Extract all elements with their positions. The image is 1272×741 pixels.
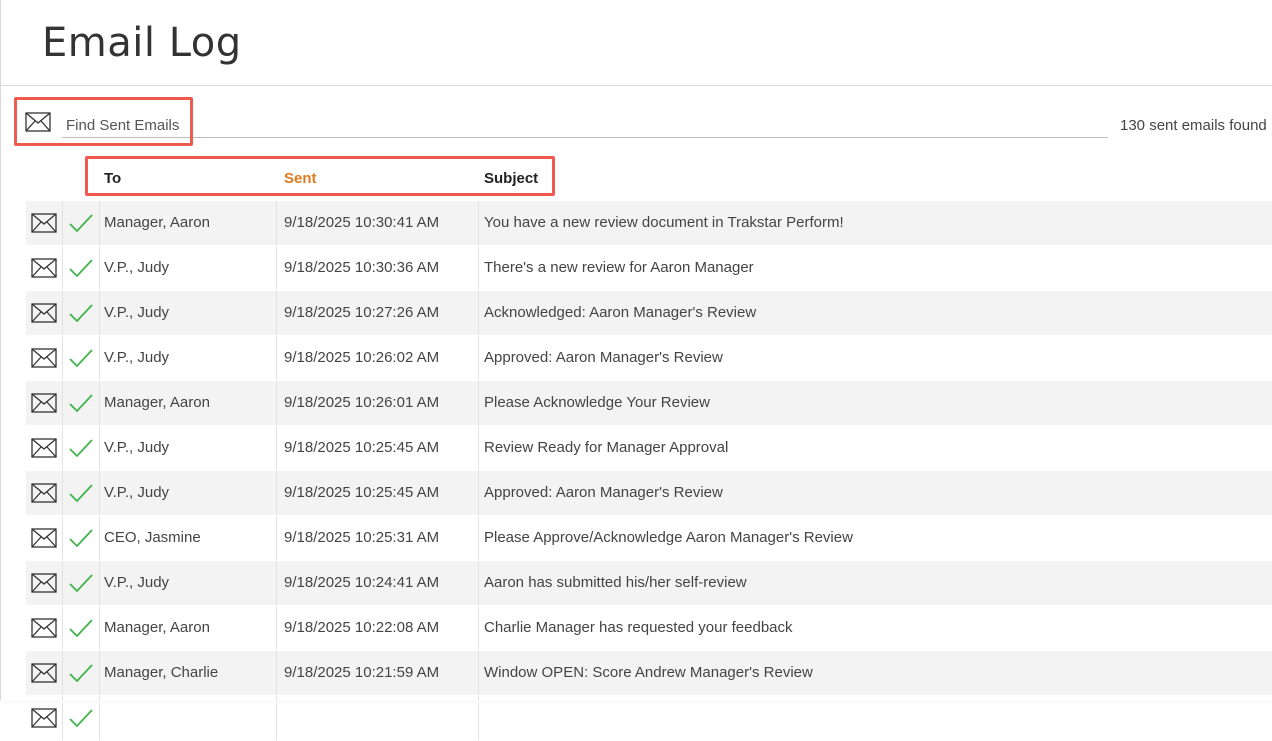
- table-row[interactable]: V.P., Judy 9/18/2025 10:27:26 AM Acknowl…: [26, 291, 1272, 336]
- envelope-icon[interactable]: [26, 651, 63, 695]
- search-input[interactable]: [62, 113, 1108, 138]
- checkmark-icon: [63, 246, 100, 290]
- sent-date-cell: 9/18/2025 10:27:26 AM: [284, 291, 479, 335]
- table-row[interactable]: Manager, Aaron 9/18/2025 10:30:41 AM You…: [26, 201, 1272, 246]
- sent-date-cell: 9/18/2025 10:30:36 AM: [284, 246, 479, 290]
- sent-date-cell: 9/18/2025 10:25:45 AM: [284, 471, 479, 515]
- table-row[interactable]: V.P., Judy 9/18/2025 10:30:36 AM There's…: [26, 246, 1272, 291]
- envelope-icon[interactable]: [26, 201, 63, 245]
- subject-cell: Charlie Manager has requested your feedb…: [484, 619, 793, 636]
- checkmark-icon: [63, 606, 100, 650]
- envelope-icon[interactable]: [26, 246, 63, 290]
- checkmark-icon: [63, 291, 100, 335]
- table-row[interactable]: Manager, Aaron 9/18/2025 10:22:08 AM Cha…: [26, 606, 1272, 651]
- search-highlight-annotation: [14, 97, 193, 146]
- recipient-cell: Manager, Aaron: [104, 381, 277, 425]
- subject-cell: Acknowledged: Aaron Manager's Review: [484, 304, 757, 321]
- table-row[interactable]: V.P., Judy 9/18/2025 10:25:45 AM Approve…: [26, 471, 1272, 516]
- subject-cell: Approved: Aaron Manager's Review: [484, 484, 723, 501]
- recipient-cell: Manager, Aaron: [104, 606, 277, 650]
- table-row[interactable]: CEO, Jasmine 9/18/2025 10:25:31 AM Pleas…: [26, 516, 1272, 561]
- recipient-cell: Manager, Aaron: [104, 201, 277, 245]
- title-divider: [1, 85, 1272, 86]
- table-row[interactable]: Manager, Aaron 9/18/2025 10:26:01 AM Ple…: [26, 381, 1272, 426]
- checkmark-icon: [63, 561, 100, 605]
- envelope-icon[interactable]: [26, 561, 63, 605]
- sent-date-cell: 9/18/2025 10:21:59 AM: [284, 651, 479, 695]
- recipient-cell: V.P., Judy: [104, 246, 277, 290]
- sent-date-cell: 9/18/2025 10:25:45 AM: [284, 426, 479, 470]
- sent-date-cell: 9/18/2025 10:25:31 AM: [284, 516, 479, 560]
- subject-cell: Please Acknowledge Your Review: [484, 394, 710, 411]
- checkmark-icon: [63, 471, 100, 515]
- header-highlight-annotation: [85, 156, 555, 196]
- checkmark-icon: [63, 201, 100, 245]
- recipient-cell: V.P., Judy: [104, 561, 277, 605]
- result-count: 130 sent emails found: [1120, 117, 1267, 134]
- sent-date-cell: 9/18/2025 10:22:08 AM: [284, 606, 479, 650]
- subject-cell: Aaron has submitted his/her self-review: [484, 574, 747, 591]
- sent-date-cell: 9/18/2025 10:26:01 AM: [284, 381, 479, 425]
- envelope-icon[interactable]: [26, 426, 63, 470]
- search-bar: 130 sent emails found: [22, 103, 1272, 143]
- checkmark-icon: [63, 516, 100, 560]
- envelope-icon[interactable]: [26, 606, 63, 650]
- recipient-cell: V.P., Judy: [104, 426, 277, 470]
- envelope-icon[interactable]: [26, 381, 63, 425]
- envelope-icon[interactable]: [26, 291, 63, 335]
- subject-cell: Window OPEN: Score Andrew Manager's Revi…: [484, 664, 813, 681]
- table-row[interactable]: V.P., Judy 9/18/2025 10:26:02 AM Approve…: [26, 336, 1272, 381]
- checkmark-icon: [63, 651, 100, 695]
- subject-cell: Please Approve/Acknowledge Aaron Manager…: [484, 529, 853, 546]
- table-row[interactable]: Manager, Charlie 9/18/2025 10:21:59 AM W…: [26, 651, 1272, 696]
- envelope-icon[interactable]: [26, 516, 63, 560]
- checkmark-icon: [63, 426, 100, 470]
- checkmark-icon: [63, 381, 100, 425]
- table-row[interactable]: V.P., Judy 9/18/2025 10:24:41 AM Aaron h…: [26, 561, 1272, 606]
- recipient-cell: Manager, Charlie: [104, 651, 277, 695]
- recipient-cell: V.P., Judy: [104, 471, 277, 515]
- page-title: Email Log: [42, 20, 242, 66]
- subject-cell: You have a new review document in Trakst…: [484, 214, 844, 231]
- envelope-icon[interactable]: [26, 471, 63, 515]
- recipient-cell: CEO, Jasmine: [104, 516, 277, 560]
- checkmark-icon: [63, 336, 100, 380]
- subject-cell: Approved: Aaron Manager's Review: [484, 349, 723, 366]
- subject-cell: There's a new review for Aaron Manager: [484, 259, 754, 276]
- sent-date-cell: 9/18/2025 10:26:02 AM: [284, 336, 479, 380]
- subject-cell: Review Ready for Manager Approval: [484, 439, 729, 456]
- sent-date-cell: 9/18/2025 10:30:41 AM: [284, 201, 479, 245]
- recipient-cell: V.P., Judy: [104, 291, 277, 335]
- email-table: Manager, Aaron 9/18/2025 10:30:41 AM You…: [26, 201, 1272, 741]
- recipient-cell: V.P., Judy: [104, 336, 277, 380]
- sent-date-cell: 9/18/2025 10:24:41 AM: [284, 561, 479, 605]
- table-row[interactable]: V.P., Judy 9/18/2025 10:25:45 AM Review …: [26, 426, 1272, 471]
- envelope-icon[interactable]: [26, 336, 63, 380]
